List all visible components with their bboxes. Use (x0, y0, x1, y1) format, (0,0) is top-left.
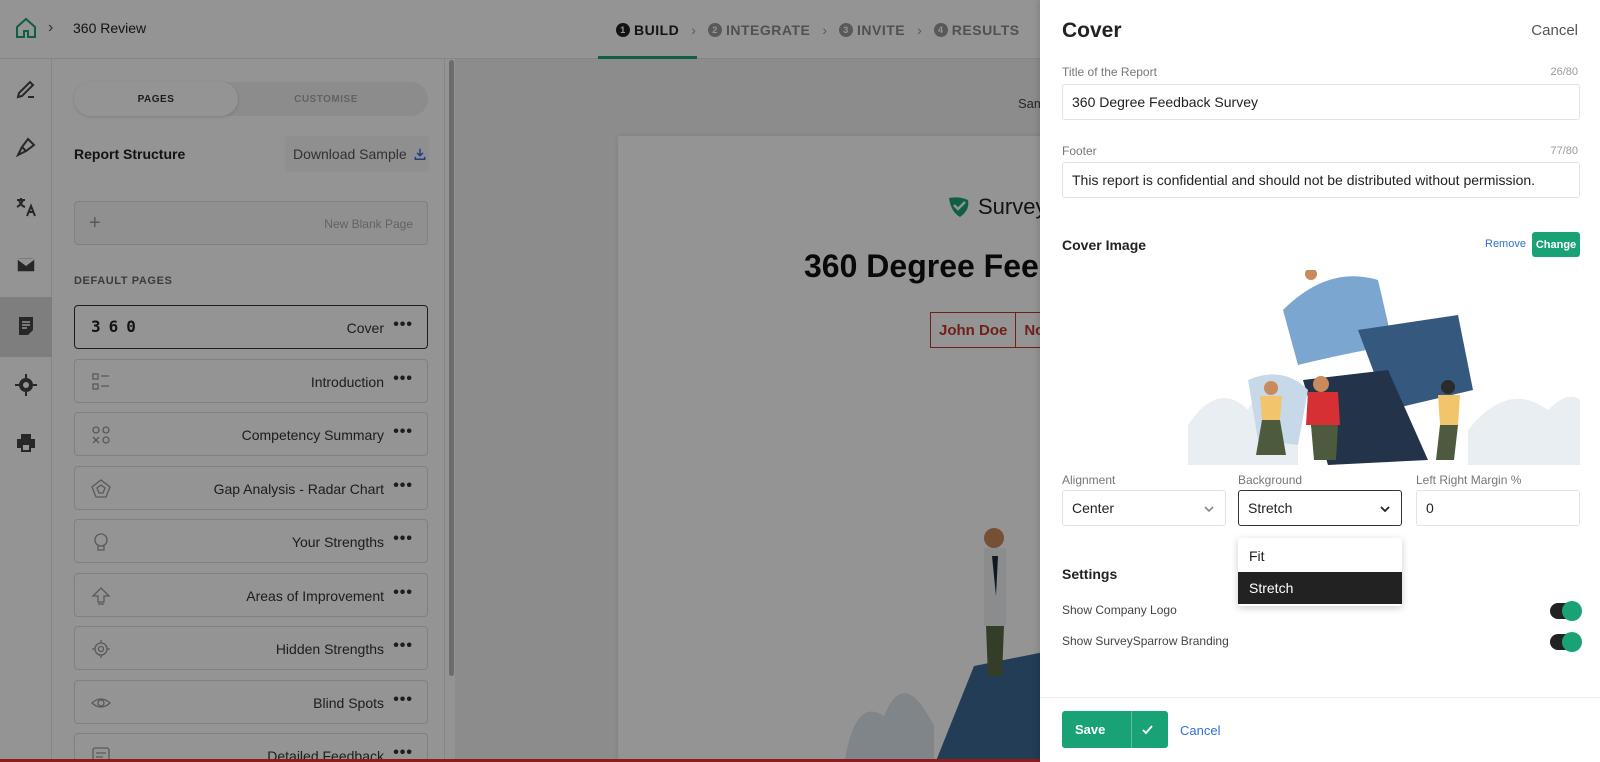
save-divider (1131, 711, 1132, 748)
background-value: Stretch (1248, 500, 1293, 516)
alignment-label: Alignment (1062, 473, 1116, 487)
save-label: Save (1075, 722, 1106, 737)
report-title-input[interactable]: 360 Degree Feedback Survey (1062, 84, 1580, 120)
cancel-top-button[interactable]: Cancel (1531, 22, 1578, 39)
dropdown-option-stretch[interactable]: Stretch (1238, 572, 1402, 604)
dropdown-option-fit[interactable]: Fit (1238, 540, 1402, 572)
margin-input[interactable]: 0 (1416, 490, 1580, 526)
show-company-logo-toggle[interactable] (1550, 601, 1582, 621)
show-branding-toggle[interactable] (1550, 632, 1582, 652)
chevron-down-icon (1380, 506, 1390, 513)
cover-settings-drawer: Cover Cancel Title of the Report 26/80 3… (1040, 0, 1600, 762)
report-title-count: 26/80 (1550, 66, 1578, 78)
alignment-value: Center (1072, 500, 1115, 516)
toggle-knob (1562, 601, 1582, 621)
modal-overlay[interactable] (0, 0, 1040, 762)
background-label: Background (1238, 473, 1303, 487)
chevron-down-icon (1204, 506, 1214, 513)
check-icon (1142, 725, 1153, 735)
footer-label: Footer (1062, 144, 1097, 158)
margin-label: Left Right Margin % (1416, 473, 1522, 487)
drawer-footer: Save Cancel (1040, 697, 1600, 762)
alignment-select[interactable]: Center (1062, 490, 1226, 526)
drawer-title: Cover (1062, 19, 1122, 42)
save-button[interactable]: Save (1062, 711, 1168, 748)
change-image-button[interactable]: Change (1532, 232, 1580, 257)
background-select[interactable]: Stretch (1238, 490, 1402, 526)
footer-input[interactable]: This report is confidential and should n… (1062, 162, 1580, 198)
toggle-knob (1562, 632, 1582, 652)
remove-image-link[interactable]: Remove (1485, 238, 1526, 250)
footer-count: 77/80 (1550, 145, 1578, 157)
report-title-label: Title of the Report (1062, 65, 1157, 79)
cancel-bottom-button[interactable]: Cancel (1180, 723, 1220, 738)
show-company-logo-label: Show Company Logo (1062, 603, 1177, 617)
cover-image-heading: Cover Image (1062, 237, 1147, 253)
settings-heading: Settings (1062, 566, 1118, 582)
background-dropdown: Fit Stretch (1238, 538, 1402, 606)
show-branding-label: Show SurveySparrow Branding (1062, 634, 1229, 648)
cover-image-preview (1188, 270, 1580, 465)
